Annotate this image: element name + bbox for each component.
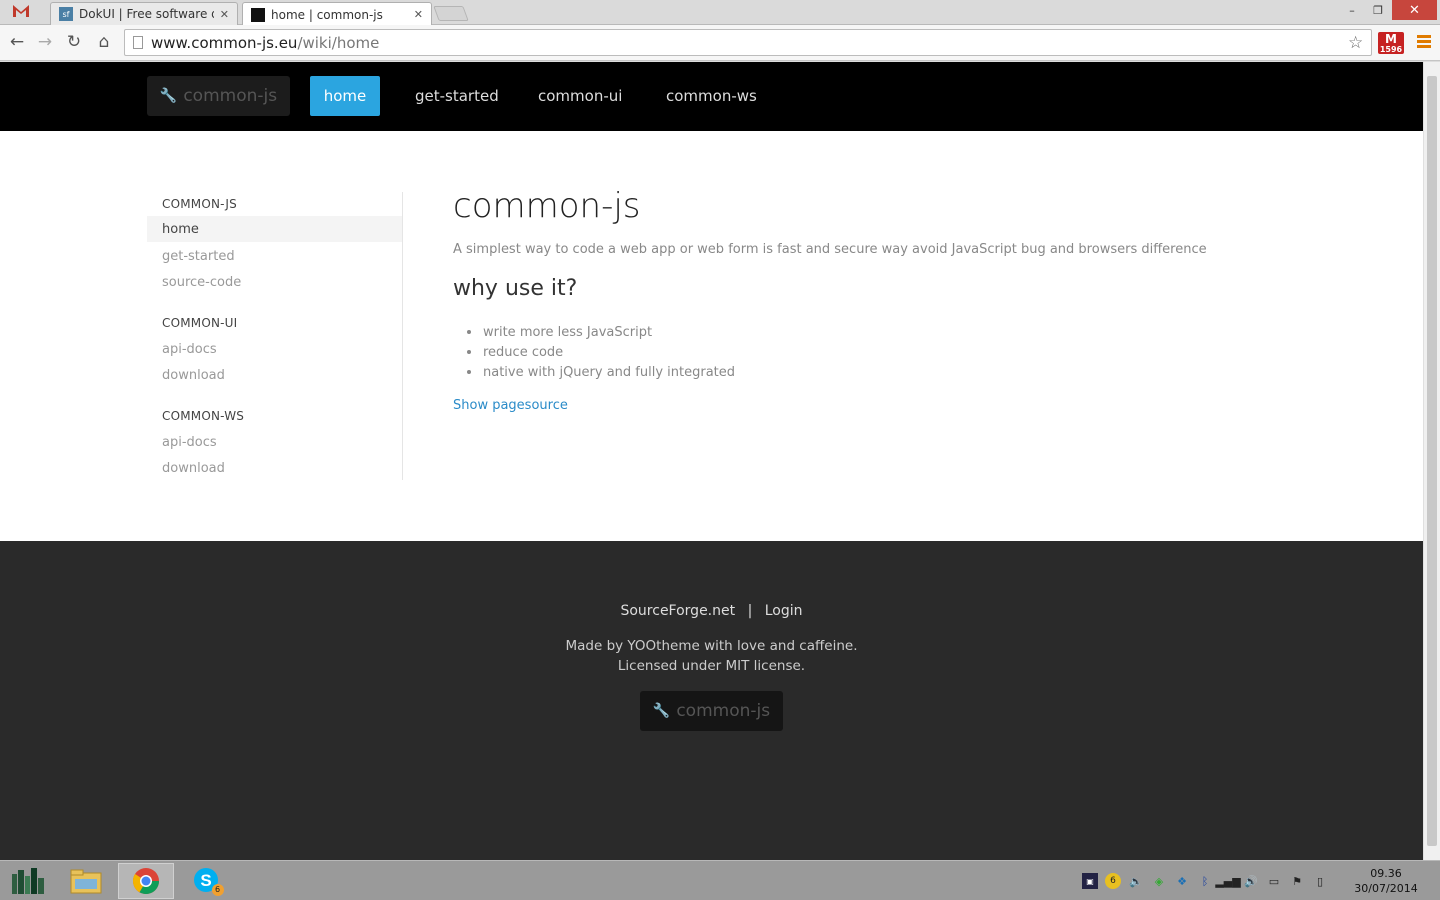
folder-icon — [70, 869, 102, 894]
footer-separator: | — [747, 603, 753, 619]
sidebar-item-home[interactable]: home — [147, 216, 402, 242]
address-bar[interactable]: www.common-js.eu/wiki/home — [124, 29, 1372, 56]
list-item: native with jQuery and fully integrated — [467, 362, 735, 382]
footer-license: Licensed under MIT license. — [617, 658, 806, 674]
wrench-favicon-icon — [251, 7, 265, 22]
sidebar-item-ws-download[interactable]: download — [147, 455, 402, 481]
extension-badge-count: 1596 — [1379, 45, 1403, 54]
new-tab-button[interactable] — [433, 6, 469, 21]
nav-item-home[interactable]: home — [310, 76, 380, 116]
site-brand-logo[interactable]: 🔧 common-js — [147, 76, 290, 116]
sidebar-item-get-started[interactable]: get-started — [147, 243, 402, 269]
network-tray-icon[interactable]: ▭ — [1266, 873, 1282, 889]
battery-tray-icon[interactable]: ▯ — [1312, 873, 1328, 889]
url-host: www.common-js.eu — [151, 33, 298, 52]
windows-taskbar: S 6 ▣ 6 🔈 ◈ ❖ ᛒ ▂▄▆ 🔊 ▭ ⚑ ▯ 09.36 30/07/… — [0, 860, 1440, 900]
sidebar-section-header: COMMON-UI — [162, 316, 238, 330]
sourceforge-link[interactable]: SourceForge.net — [620, 603, 735, 619]
skype-taskbar-button[interactable]: S 6 — [180, 863, 236, 899]
clock-time: 09.36 — [1370, 867, 1402, 880]
monitor-tray-icon[interactable]: ▣ — [1082, 873, 1098, 889]
sidebar-item-source-code[interactable]: source-code — [147, 269, 402, 295]
nav-item-common-ws[interactable]: common-ws — [651, 76, 772, 116]
scrollbar-thumb[interactable] — [1427, 76, 1437, 846]
forward-button[interactable]: → — [34, 31, 56, 53]
sidebar-section-header: COMMON-WS — [162, 409, 245, 423]
minimize-button[interactable]: – — [1340, 0, 1364, 20]
svg-text:S: S — [200, 871, 211, 890]
notification-tray-icon[interactable]: 6 — [1105, 873, 1121, 889]
clock-date: 30/07/2014 — [1354, 882, 1418, 895]
browser-menu-button[interactable] — [1417, 35, 1431, 50]
footer-brand-logo[interactable]: 🔧 common-js — [640, 691, 783, 731]
sidebar-item-ui-api-docs[interactable]: api-docs — [147, 336, 402, 362]
nav-item-get-started[interactable]: get-started — [400, 76, 514, 116]
brand-label: common-js — [183, 86, 278, 106]
sidebar-item-ui-download[interactable]: download — [147, 362, 402, 388]
page-title: common-js — [453, 186, 641, 226]
bookmark-star-icon[interactable]: ☆ — [1348, 33, 1363, 53]
back-arrow-icon: ← — [9, 32, 25, 52]
tab-title: DokUI | Free software dow — [79, 7, 214, 21]
taskbar-clock[interactable]: 09.36 30/07/2014 — [1348, 866, 1424, 896]
start-button[interactable] — [0, 863, 56, 899]
reload-button[interactable]: ↻ — [63, 31, 85, 53]
gmail-pinned-tab[interactable] — [10, 2, 40, 24]
home-button[interactable]: ⌂ — [93, 31, 115, 53]
extension-letter: M — [1385, 32, 1397, 46]
tab-close-icon[interactable]: ✕ — [414, 8, 423, 21]
sidebar-nav: COMMON-JS home get-started source-code C… — [147, 192, 403, 480]
flag-tray-icon[interactable]: ⚑ — [1289, 873, 1305, 889]
feature-list: write more less JavaScript reduce code n… — [467, 322, 735, 382]
show-pagesource-link[interactable]: Show pagesource — [453, 398, 568, 413]
chrome-taskbar-button[interactable] — [118, 863, 174, 899]
restore-button[interactable]: ❐ — [1366, 0, 1390, 20]
login-link[interactable]: Login — [765, 603, 803, 619]
browser-tabstrip: sf DokUI | Free software dow ✕ home | co… — [0, 0, 1440, 26]
list-item: reduce code — [467, 342, 735, 362]
bluetooth-tray-icon[interactable]: ᛒ — [1197, 873, 1213, 889]
list-item: write more less JavaScript — [467, 322, 735, 342]
page-scrollbar[interactable] — [1423, 62, 1440, 860]
nav-item-common-ui[interactable]: common-ui — [523, 76, 637, 116]
tab-title: home | common-js — [271, 7, 383, 22]
footer-credit: Made by YOOtheme with love and caffeine. — [565, 638, 858, 654]
sourceforge-favicon-icon: sf — [59, 7, 73, 21]
url-path: /wiki/home — [297, 33, 380, 52]
site-footer: SourceForge.net | Login Made by YOOtheme… — [0, 541, 1423, 860]
file-explorer-button[interactable] — [58, 863, 114, 899]
speaker-tray-icon[interactable]: 🔈 — [1128, 873, 1144, 889]
page-viewport: 🔧 common-js home get-started common-ui c… — [0, 62, 1423, 860]
footer-links: SourceForge.net | Login — [0, 603, 1423, 619]
wrench-icon: 🔧 — [652, 703, 671, 719]
back-button[interactable]: ← — [6, 31, 28, 53]
gmail-icon — [13, 5, 29, 17]
start-city-icon — [12, 868, 44, 894]
sidebar-item-ws-api-docs[interactable]: api-docs — [147, 429, 402, 455]
footer-brand-label: common-js — [676, 701, 771, 721]
page-icon — [133, 36, 143, 49]
section-heading: why use it? — [453, 276, 578, 301]
home-icon: ⌂ — [98, 32, 110, 52]
reload-icon: ↻ — [66, 32, 82, 52]
forward-arrow-icon: → — [37, 32, 53, 52]
tab-common-js[interactable]: home | common-js ✕ — [242, 2, 432, 26]
tab-close-icon[interactable]: ✕ — [220, 8, 229, 21]
tab-dokui[interactable]: sf DokUI | Free software dow ✕ — [50, 2, 238, 25]
dropbox-tray-icon[interactable]: ❖ — [1174, 873, 1190, 889]
signal-tray-icon[interactable]: ▂▄▆ — [1215, 873, 1240, 889]
chrome-icon — [132, 868, 160, 895]
gmail-notifier-extension[interactable]: M 1596 — [1378, 32, 1404, 54]
skype-badge: 6 — [215, 885, 221, 894]
browser-toolbar: ← → ↻ ⌂ www.common-js.eu/wiki/home ☆ M 1… — [0, 25, 1440, 61]
volume-tray-icon[interactable]: 🔊 — [1243, 873, 1259, 889]
window-close-button[interactable]: ✕ — [1392, 0, 1437, 20]
shield-tray-icon[interactable]: ◈ — [1151, 873, 1167, 889]
system-tray: ▣ 6 🔈 ◈ ❖ ᛒ ▂▄▆ 🔊 ▭ ⚑ ▯ — [1082, 873, 1328, 889]
wrench-icon: 🔧 — [159, 88, 178, 104]
sidebar-section-header: COMMON-JS — [162, 197, 237, 211]
lead-paragraph: A simplest way to code a web app or web … — [453, 242, 1207, 257]
site-navbar: 🔧 common-js home get-started common-ui c… — [0, 62, 1423, 131]
